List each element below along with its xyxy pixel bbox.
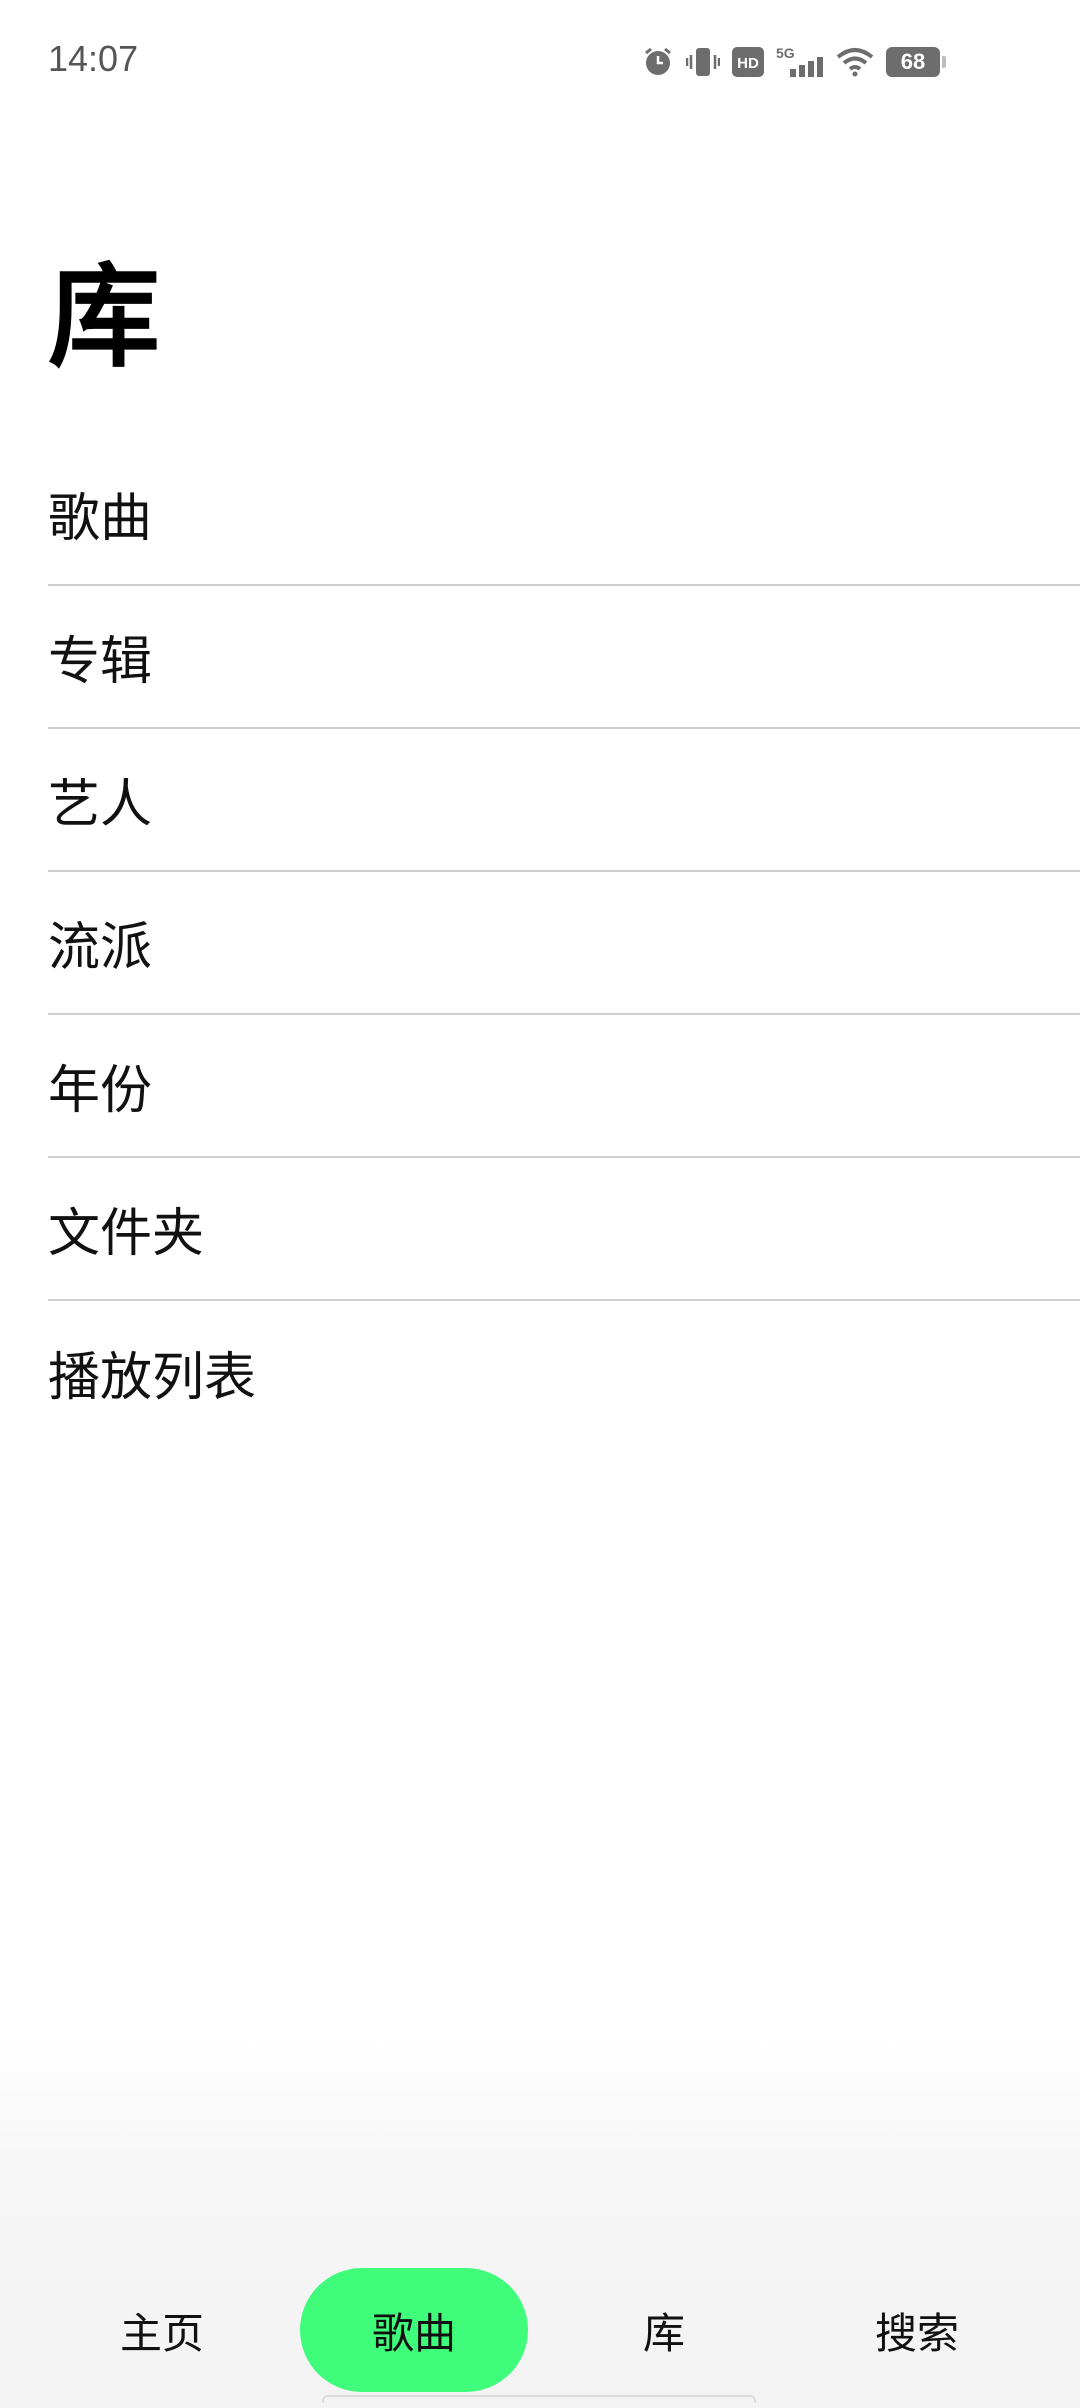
tab-songs[interactable]: 歌曲 [300,2268,528,2392]
home-indicator[interactable] [322,2395,756,2403]
library-item-playlists[interactable]: 播放列表 [48,1301,1080,1444]
svg-text:5G: 5G [776,45,795,61]
library-item-albums[interactable]: 专辑 [48,586,1080,729]
page-title: 库 [48,253,162,383]
tab-search[interactable]: 搜索 [835,2268,999,2392]
status-bar: 14:07 HD 5G 68 [0,0,1080,120]
status-time: 14:07 [48,38,139,79]
wifi-icon [836,47,874,77]
library-item-years[interactable]: 年份 [48,1015,1080,1158]
vibrate-icon [686,46,720,78]
tab-library[interactable]: 库 [582,2268,746,2392]
battery-icon: 68 [886,47,946,77]
library-item-genres[interactable]: 流派 [48,872,1080,1015]
library-item-artists[interactable]: 艺人 [48,729,1080,872]
library-item-folders[interactable]: 文件夹 [48,1158,1080,1301]
library-item-songs[interactable]: 歌曲 [48,442,1080,586]
signal-5g-icon: 5G [776,45,824,79]
tab-home[interactable]: 主页 [80,2268,244,2392]
bottom-nav: 主页 歌曲 库 搜索 [0,2268,1080,2392]
alarm-icon [642,46,674,78]
svg-text:HD: HD [737,55,759,72]
library-list: 歌曲 专辑 艺人 流派 年份 文件夹 播放列表 [48,442,1080,1444]
hd-icon: HD [732,47,764,77]
status-icons: HD 5G 68 [642,44,946,80]
